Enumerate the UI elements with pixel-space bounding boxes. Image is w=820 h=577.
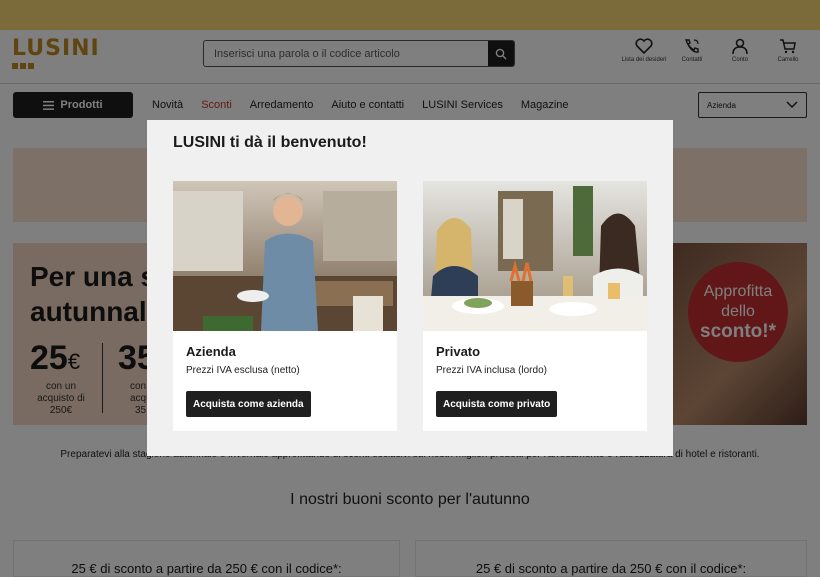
shop-as-business-button[interactable]: Acquista come azienda <box>186 391 311 417</box>
friends-dining-photo <box>423 181 647 331</box>
private-card[interactable]: Privato Prezzi IVA inclusa (lordo) Acqui… <box>423 181 647 431</box>
modal-title: LUSINI ti dà il benvenuto! <box>173 134 367 151</box>
business-card[interactable]: Azienda Prezzi IVA esclusa (netto) Acqui… <box>173 181 397 431</box>
private-title: Privato <box>436 344 481 359</box>
private-subtitle: Prezzi IVA inclusa (lordo) <box>436 365 547 376</box>
private-image <box>423 181 647 331</box>
welcome-modal: LUSINI ti dà il benvenuto! Azienda Prezz… <box>147 120 673 456</box>
shop-as-private-button[interactable]: Acquista come privato <box>436 391 558 417</box>
chef-photo <box>173 181 397 331</box>
business-image <box>173 181 397 331</box>
business-subtitle: Prezzi IVA esclusa (netto) <box>186 365 300 376</box>
business-title: Azienda <box>186 344 236 359</box>
